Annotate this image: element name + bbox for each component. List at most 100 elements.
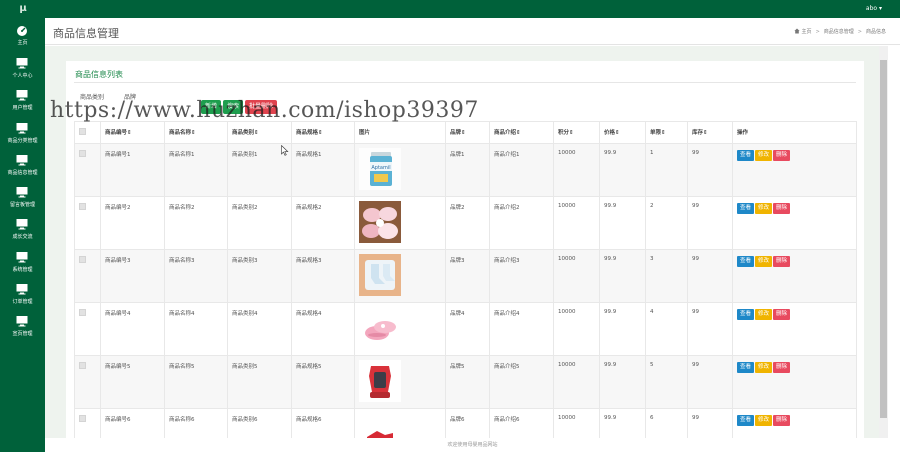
row-checkbox[interactable] [79, 309, 86, 316]
product-brand: 品牌1 [445, 143, 490, 197]
product-limit: 6 [645, 408, 688, 438]
row-select-cell[interactable] [74, 302, 101, 356]
row-actions: 查看 修改 删除 [732, 302, 857, 356]
row-checkbox[interactable] [79, 150, 86, 157]
breadcrumb-home[interactable]: 主页 [802, 29, 812, 35]
page-header: 商品信息管理 主页 > 商品信息管理 > 商品信息 [45, 18, 900, 45]
row-select-cell[interactable] [74, 408, 101, 438]
product-intro: 商品介绍4 [489, 302, 554, 356]
edit-button[interactable]: 修改 [755, 415, 773, 426]
column-header[interactable]: 单限⇕ [645, 121, 688, 144]
product-id: 商品编号4 [100, 302, 165, 356]
baby-socks-image [359, 254, 401, 296]
watermark-text: https://www.huzhan.com/ishop39397 [50, 98, 479, 123]
sidebar-item-home[interactable]: 主页 [0, 22, 45, 52]
column-header[interactable]: 商品名称⇕ [164, 121, 228, 144]
column-header[interactable]: 商品编号⇕ [100, 121, 165, 144]
sidebar-item-pages[interactable]: 宣页管理 [0, 313, 45, 343]
delete-button[interactable]: 删除 [773, 309, 791, 320]
sidebar-item-messages[interactable]: 留言板管理 [0, 184, 45, 214]
monitor-icon [16, 187, 28, 198]
edit-button[interactable]: 修改 [755, 150, 773, 161]
sidebar-item-users[interactable]: 用户管理 [0, 87, 45, 117]
column-header[interactable]: 价格⇕ [599, 121, 646, 144]
mouse-cursor-icon [281, 145, 289, 156]
column-header[interactable]: 商品介绍⇕ [489, 121, 554, 144]
sidebar-item-profile[interactable]: 个人中心 [0, 55, 45, 85]
product-stock: 99 [687, 408, 733, 438]
product-stock: 99 [687, 143, 733, 197]
product-name: 商品名称1 [164, 143, 228, 197]
breadcrumb-section[interactable]: 商品信息管理 [824, 29, 854, 35]
monitor-icon [16, 316, 28, 327]
table-row: 商品编号4 商品名称4 商品类别4 商品规格4 品牌4 商品介绍4 10000 … [74, 302, 857, 356]
page-title: 商品信息管理 [53, 27, 119, 40]
edit-button[interactable]: 修改 [755, 256, 773, 267]
sidebar-item-category[interactable]: 商品分类管理 [0, 120, 45, 150]
product-brand: 品牌5 [445, 355, 490, 409]
row-select-cell[interactable] [74, 143, 101, 197]
monitor-icon [16, 252, 28, 263]
row-select-cell[interactable] [74, 249, 101, 303]
breadcrumb-current: 商品信息 [865, 29, 886, 35]
product-spec: 商品规格6 [291, 408, 355, 438]
row-select-cell[interactable] [74, 196, 101, 250]
sidebar-item-forum[interactable]: 成长交流 [0, 216, 45, 246]
product-price: 99.9 [599, 196, 646, 250]
row-select-cell[interactable] [74, 355, 101, 409]
page-footer: 欢迎使用母婴用品网站 [45, 438, 900, 452]
user-menu[interactable]: abo ▾ [866, 5, 882, 12]
row-checkbox[interactable] [79, 415, 86, 422]
product-image-cell [354, 302, 446, 356]
row-checkbox[interactable] [79, 203, 86, 210]
milk-powder-image: Aptamil [359, 148, 401, 190]
view-button[interactable]: 查看 [737, 256, 755, 267]
column-header[interactable]: 库存⇕ [687, 121, 733, 144]
edit-button[interactable]: 修改 [755, 309, 773, 320]
sidebar: 主页 个人中心 用户管理 商品分类管理 商品信息管理 留言板管理 成长交流 系统… [0, 18, 45, 452]
select-all-cell[interactable] [74, 121, 101, 144]
product-brand: 品牌2 [445, 196, 490, 250]
scrollbar-thumb[interactable] [880, 60, 887, 418]
divider [74, 82, 856, 83]
sidebar-item-label: 留言板管理 [9, 202, 35, 208]
view-button[interactable]: 查看 [737, 203, 755, 214]
product-points: 10000 [553, 249, 600, 303]
product-limit: 5 [645, 355, 688, 409]
product-stock: 99 [687, 302, 733, 356]
delete-button[interactable]: 删除 [773, 203, 791, 214]
delete-button[interactable]: 删除 [773, 150, 791, 161]
product-category: 商品类别2 [227, 196, 292, 250]
table-row: 商品编号2 商品名称2 商品类别2 商品规格2 品牌2 商品介绍2 10000 … [74, 196, 857, 250]
product-spec: 商品规格2 [291, 196, 355, 250]
view-button[interactable]: 查看 [737, 150, 755, 161]
product-limit: 1 [645, 143, 688, 197]
edit-button[interactable]: 修改 [755, 203, 773, 214]
edit-button[interactable]: 修改 [755, 362, 773, 373]
column-header: 操作 [732, 121, 857, 144]
row-checkbox[interactable] [79, 256, 86, 263]
column-header[interactable]: 商品规格⇕ [291, 121, 355, 144]
sidebar-item-products[interactable]: 商品信息管理 [0, 152, 45, 182]
view-button[interactable]: 查看 [737, 309, 755, 320]
view-button[interactable]: 查看 [737, 362, 755, 373]
view-button[interactable]: 查看 [737, 415, 755, 426]
delete-button[interactable]: 删除 [773, 362, 791, 373]
delete-button[interactable]: 删除 [773, 256, 791, 267]
column-header[interactable]: 品牌⇕ [445, 121, 490, 144]
sidebar-item-label: 系统管理 [12, 267, 33, 273]
column-header[interactable]: 积分⇕ [553, 121, 600, 144]
product-spec: 商品规格1 [291, 143, 355, 197]
delete-button[interactable]: 删除 [773, 415, 791, 426]
sidebar-item-system[interactable]: 系统管理 [0, 249, 45, 279]
row-checkbox[interactable] [79, 362, 86, 369]
column-header[interactable]: 商品类别⇕ [227, 121, 292, 144]
sidebar-item-orders[interactable]: 订单管理 [0, 281, 45, 311]
product-category: 商品类别5 [227, 355, 292, 409]
product-points: 10000 [553, 355, 600, 409]
table-header-row: 商品编号⇕ 商品名称⇕ 商品类别⇕ 商品规格⇕ 图片 品牌⇕ 商品介绍⇕ 积分⇕… [74, 121, 857, 144]
breadcrumb-separator: > [857, 29, 862, 35]
select-all-checkbox[interactable] [79, 128, 86, 135]
monitor-icon [16, 90, 28, 101]
product-points: 10000 [553, 143, 600, 197]
